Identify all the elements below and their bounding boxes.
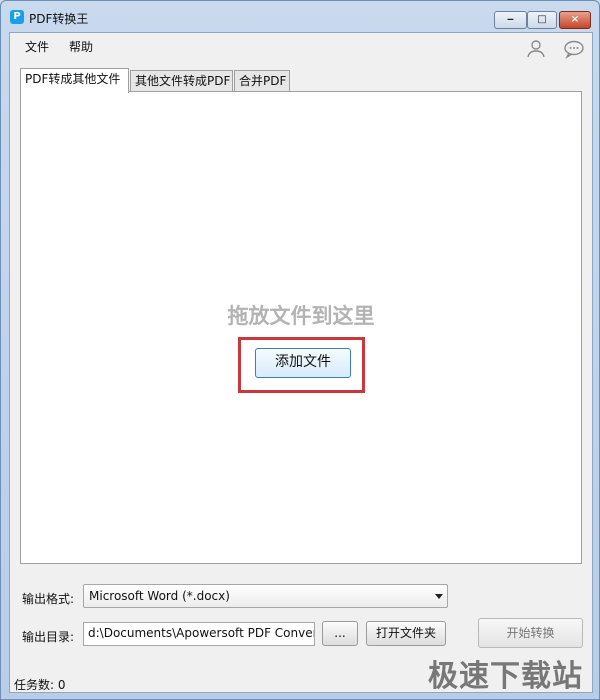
task-count-status: 任务数: 0 [14,678,66,692]
client-area: 文件 帮助 PDF转成其他文件 其他文件转成PDF 合并PDF 拖放文件到这里 … [9,32,593,694]
main-window: P PDF转换王 ‒ □ × 文件 帮助 PDF转成其他文件 其他文件转成PDF [0,0,600,700]
user-icon[interactable] [525,39,547,59]
tab-other-to-pdf[interactable]: 其他文件转成PDF [130,70,233,92]
output-format-select[interactable]: Microsoft Word (*.docx) [83,584,448,608]
window-title: PDF转换王 [29,12,89,26]
tab-merge-pdf[interactable]: 合并PDF [234,70,290,92]
watermark-text: 极速下载站 [428,659,583,694]
output-format-value: Microsoft Word (*.docx) [89,589,230,603]
menu-bar: 文件 帮助 [10,33,592,59]
open-folder-button[interactable]: 打开文件夹 [366,621,446,646]
output-dir-input[interactable]: d:\Documents\Apowersoft PDF Convert [83,622,315,646]
drop-zone-panel[interactable]: 拖放文件到这里 添加文件 [20,91,582,564]
menu-file[interactable]: 文件 [25,38,49,55]
start-convert-button[interactable]: 开始转换 [478,618,583,648]
add-file-button[interactable]: 添加文件 [255,348,351,378]
browse-button[interactable]: ... [322,621,358,646]
menu-help[interactable]: 帮助 [69,38,93,55]
drop-hint-text: 拖放文件到这里 [227,304,375,328]
maximize-button[interactable]: □ [527,11,557,29]
dropdown-arrow-icon [435,594,443,599]
tab-pdf-to-other[interactable]: PDF转成其他文件 [20,68,129,93]
app-logo-icon: P [10,10,24,24]
output-format-label: 输出格式: [22,592,75,606]
title-bar: P PDF转换王 ‒ □ × [1,1,599,31]
output-dir-label: 输出目录: [22,630,75,644]
close-button[interactable]: × [559,11,591,29]
minimize-button[interactable]: ‒ [494,11,527,29]
chat-icon[interactable] [563,39,585,59]
